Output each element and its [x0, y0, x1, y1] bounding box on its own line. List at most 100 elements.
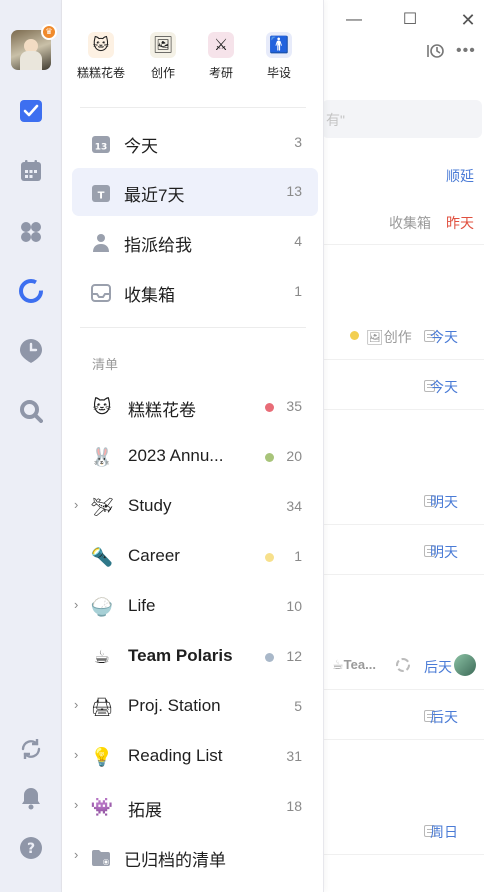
smart-list-assigned[interactable]: 指派给我 4 — [72, 218, 318, 266]
list-label: 收集箱 — [124, 286, 175, 305]
divider — [80, 327, 306, 328]
task-date[interactable]: 后天 — [430, 707, 458, 727]
list-item[interactable]: 🐱 糕糕花卷 35 — [72, 383, 318, 431]
list-item[interactable]: 🐰 2023 Annu... 20 — [72, 433, 318, 481]
chevron-right-icon[interactable]: › — [74, 597, 78, 612]
list-count: 4 — [294, 233, 302, 249]
calendar-icon[interactable] — [17, 157, 45, 185]
sync-icon[interactable] — [17, 735, 45, 763]
nav-rail: ♛ ? — [0, 0, 62, 892]
chevron-right-icon[interactable]: › — [74, 847, 78, 862]
list-folder[interactable]: › 👾 拓展 18 — [72, 783, 318, 831]
list-color-dot — [350, 331, 359, 340]
list-count: 31 — [286, 748, 302, 764]
smart-list-today[interactable]: 13 今天 3 — [72, 119, 318, 167]
list-drawer: 🐱 糕糕花卷 🖼 创作 ⚔ 考研 🚹 毕设 13 今天 3 T 最近7天 13 — [62, 0, 324, 892]
add-task-input[interactable]: 有" — [322, 100, 482, 138]
minimize-button[interactable]: — — [344, 10, 364, 30]
task-row[interactable]: 后天 — [322, 690, 484, 740]
list-folder[interactable]: › 💡 Reading List 31 — [72, 733, 318, 781]
cat-icon: 🐱 — [88, 32, 114, 58]
task-row[interactable]: 🖼创作 今天 — [322, 310, 484, 360]
list-label: 最近7天 — [124, 186, 185, 205]
list-label: Reading List — [128, 746, 223, 765]
recurring-icon — [396, 658, 410, 672]
alien-monster-icon: 👾 — [90, 797, 114, 817]
list-label: Proj. Station — [128, 696, 221, 715]
clock-pin-icon[interactable] — [17, 337, 45, 365]
lists-section-title: 清单 — [92, 357, 119, 372]
task-row[interactable] — [322, 195, 484, 245]
task-list-tag: 🖼创作 — [366, 329, 412, 345]
grid-icon[interactable] — [17, 218, 45, 246]
inbox-icon — [90, 282, 112, 304]
help-icon[interactable]: ? — [17, 834, 45, 862]
chevron-right-icon[interactable]: › — [74, 747, 78, 762]
list-color-dot — [265, 653, 274, 662]
list-label: Team Polaris — [128, 646, 233, 665]
chevron-right-icon[interactable]: › — [74, 697, 78, 712]
list-label: 拓展 — [128, 801, 162, 820]
task-date[interactable]: 明天 — [430, 492, 458, 512]
task-row[interactable]: 明天 — [322, 475, 484, 525]
smart-list-inbox[interactable]: 收集箱 1 — [72, 268, 318, 316]
bell-icon[interactable] — [17, 784, 45, 812]
checkbox-icon[interactable] — [17, 97, 45, 125]
pomodoro-icon[interactable] — [17, 277, 45, 305]
list-color-dot — [265, 453, 274, 462]
list-label: 今天 — [124, 137, 158, 156]
postpone-button[interactable]: 顺延 — [446, 166, 474, 186]
list-label: Career — [128, 546, 180, 565]
close-button[interactable]: ✕ — [458, 10, 478, 30]
flashlight-icon: 🔦 — [90, 547, 114, 567]
history-icon[interactable] — [426, 42, 444, 60]
task-row[interactable]: 周日 — [322, 805, 484, 855]
task-date[interactable]: 周日 — [430, 822, 458, 842]
calendar-day-icon: 13 — [90, 133, 112, 155]
rice-bowl-icon: 🍚 — [90, 597, 114, 617]
chevron-right-icon[interactable]: › — [74, 497, 78, 512]
maximize-button[interactable]: ☐ — [400, 10, 420, 30]
picture-icon: 🖼 — [150, 32, 176, 58]
task-date[interactable]: 今天 — [430, 377, 458, 397]
list-count: 1 — [294, 548, 302, 564]
task-date[interactable]: 明天 — [430, 542, 458, 562]
svg-text:13: 13 — [95, 143, 108, 153]
printer-icon: 🖨 — [90, 697, 114, 717]
list-folder[interactable]: › 🖨 Proj. Station 5 — [72, 683, 318, 731]
light-bulb-icon: 💡 — [90, 747, 114, 767]
task-row[interactable]: 今天 — [322, 360, 484, 410]
list-item[interactable]: ☕ Team Polaris 12 — [72, 633, 318, 681]
crossed-swords-icon: ⚔ — [208, 32, 234, 58]
smart-list-next7[interactable]: T 最近7天 13 — [72, 168, 318, 216]
pinned-list-tile[interactable]: 🐱 糕糕花卷 — [72, 32, 130, 81]
task-row[interactable]: 明天 — [322, 525, 484, 575]
task-row[interactable]: ☕Tea... 后天 — [322, 640, 484, 690]
pinned-list-tile[interactable]: 🚹 毕设 — [250, 32, 308, 81]
divider — [80, 107, 306, 108]
add-task-placeholder: 有" — [326, 112, 345, 128]
main-panel: — ☐ ✕ ••• 有" 顺延 收集箱 昨天 — [322, 0, 500, 892]
list-color-dot — [265, 403, 274, 412]
task-date[interactable]: 后天 — [424, 657, 452, 677]
list-folder[interactable]: › 🛩 Study 34 — [72, 483, 318, 531]
list-count: 20 — [286, 448, 302, 464]
archived-lists[interactable]: › 已归档的清单 — [72, 833, 318, 881]
coffee-icon: ☕ — [93, 647, 111, 667]
chevron-right-icon[interactable]: › — [74, 797, 78, 812]
task-list-tag: ☕Tea... — [332, 657, 376, 672]
list-count: 13 — [286, 183, 302, 199]
list-item[interactable]: 🔦 Career 1 — [72, 533, 318, 581]
list-folder[interactable]: › 🍚 Life 10 — [72, 583, 318, 631]
pinned-list-tile[interactable]: 🖼 创作 — [134, 32, 192, 81]
task-date[interactable]: 今天 — [430, 327, 458, 347]
list-count: 34 — [286, 498, 302, 514]
list-count: 18 — [286, 798, 302, 814]
tile-label: 考研 — [208, 66, 233, 80]
cat-icon: 🐱 — [92, 397, 112, 417]
tile-label: 创作 — [150, 66, 175, 80]
pinned-list-tile[interactable]: ⚔ 考研 — [192, 32, 250, 81]
list-count: 10 — [286, 598, 302, 614]
more-icon[interactable]: ••• — [456, 42, 476, 60]
search-icon[interactable] — [17, 397, 45, 425]
